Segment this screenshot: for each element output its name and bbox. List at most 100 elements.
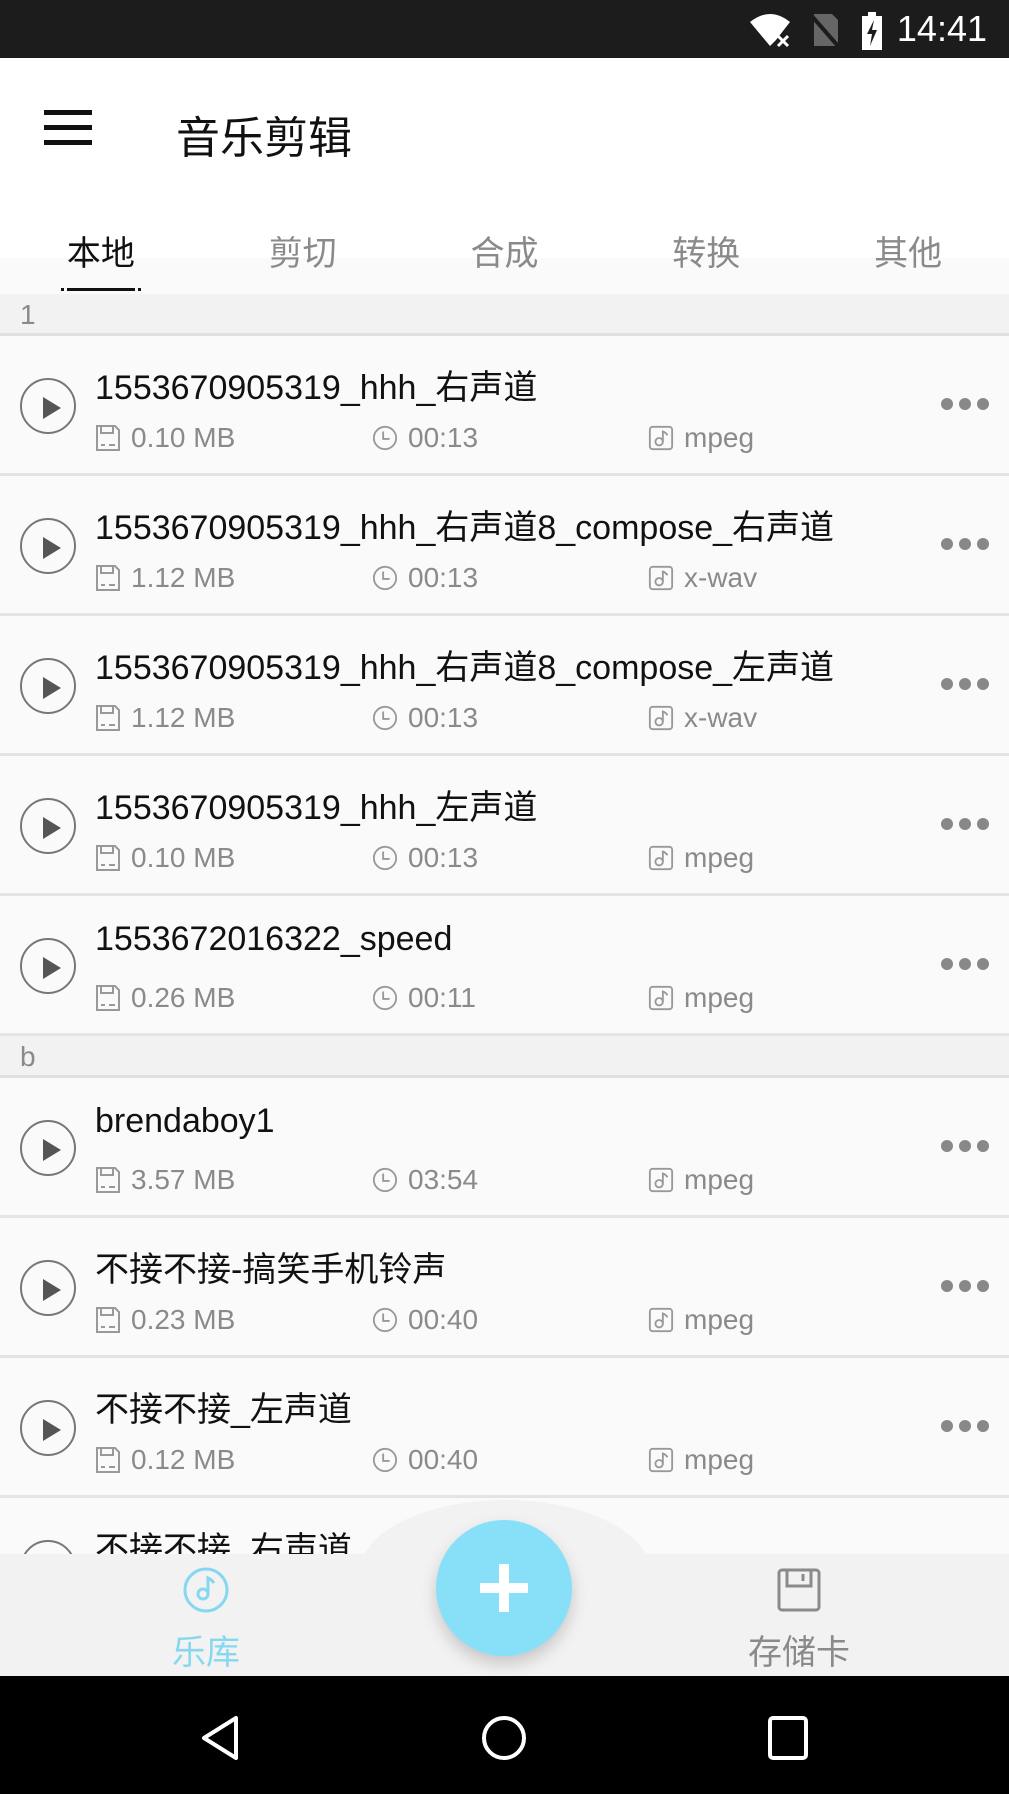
list-item[interactable]: brendaboy1 3.57 MB 03:54 mpeg <box>0 1078 1009 1218</box>
nav-library[interactable]: 乐库 <box>172 1566 240 1674</box>
music-file-icon <box>648 425 674 451</box>
item-title: brendaboy1 <box>95 1102 275 1140</box>
file-size-value: 0.23 MB <box>131 1304 236 1335</box>
file-type: mpeg <box>648 842 754 874</box>
tab-label: 合成 <box>470 235 539 273</box>
duration: 00:13 <box>372 702 478 734</box>
duration: 00:13 <box>372 842 478 874</box>
play-button[interactable] <box>20 378 76 434</box>
nav-sdcard[interactable]: 存储卡 <box>748 1566 850 1674</box>
play-button[interactable] <box>20 1540 76 1554</box>
home-icon[interactable] <box>480 1714 528 1762</box>
more-options-icon[interactable] <box>941 538 989 554</box>
music-file-icon <box>648 705 674 731</box>
play-button[interactable] <box>20 938 76 994</box>
play-button[interactable] <box>20 1260 76 1316</box>
file-size-value: 0.10 MB <box>131 422 236 453</box>
file-size-value: 0.10 MB <box>131 842 236 873</box>
tab-label: 转换 <box>672 235 741 273</box>
play-button[interactable] <box>20 518 76 574</box>
no-sim-icon <box>808 12 840 48</box>
duration-value: 00:13 <box>408 842 479 873</box>
add-button[interactable] <box>436 1520 572 1656</box>
tab-label: 剪切 <box>268 235 337 273</box>
system-nav-bar <box>0 1676 1009 1794</box>
item-title: 1553672016322_speed <box>95 920 453 958</box>
more-options-icon[interactable] <box>941 1280 989 1296</box>
file-size-value: 3.57 MB <box>131 1164 236 1195</box>
play-button[interactable] <box>20 658 76 714</box>
page-title: 音乐剪辑 <box>176 114 352 163</box>
file-size-value: 1.12 MB <box>131 702 236 733</box>
audio-list[interactable]: 1 1553670905319_hhh_右声道 0.10 MB 00:13 mpeg 15… <box>0 294 1009 1554</box>
play-button[interactable] <box>20 1400 76 1456</box>
file-type-value: x-wav <box>684 562 758 593</box>
file-size-value: 0.12 MB <box>131 1444 236 1475</box>
status-bar: 14:41 <box>0 0 1009 58</box>
music-file-icon <box>648 1307 674 1333</box>
file-type-value: mpeg <box>684 842 755 873</box>
duration: 00:13 <box>372 562 478 594</box>
list-item[interactable]: 1553670905319_hhh_右声道8_compose_右声道 1.12 M… <box>0 476 1009 616</box>
file-type-value: mpeg <box>684 982 755 1013</box>
file-type: x-wav <box>648 702 757 734</box>
file-size: 0.26 MB <box>95 982 235 1014</box>
list-item[interactable]: 1553670905319_hhh_右声道8_compose_左声道 1.12 M… <box>0 616 1009 756</box>
file-type-value: mpeg <box>684 1304 755 1335</box>
battery-charging-icon <box>862 12 882 50</box>
file-type: mpeg <box>648 422 754 454</box>
more-options-icon[interactable] <box>941 818 989 834</box>
hamburger-menu-icon[interactable] <box>44 110 92 150</box>
item-title: 1553670905319_hhh_左声道 <box>95 789 538 827</box>
clock-icon <box>372 985 398 1011</box>
storage-icon <box>96 1447 120 1473</box>
item-title: 不接不接_右声道 <box>95 1531 352 1554</box>
duration: 00:13 <box>372 422 478 454</box>
duration-value: 00:11 <box>408 982 476 1013</box>
more-options-icon[interactable] <box>941 398 989 414</box>
more-options-icon[interactable] <box>941 1420 989 1436</box>
more-options-icon[interactable] <box>941 678 989 694</box>
file-size-value: 0.26 MB <box>131 982 236 1013</box>
clock-icon <box>372 705 398 731</box>
play-button[interactable] <box>20 1120 76 1176</box>
list-item[interactable]: 不接不接_左声道 0.12 MB 00:40 mpeg <box>0 1358 1009 1498</box>
list-item[interactable]: 1553672016322_speed 0.26 MB 00:11 mpeg <box>0 896 1009 1036</box>
storage-icon <box>96 1167 120 1193</box>
file-type: mpeg <box>648 1164 754 1196</box>
duration-value: 00:13 <box>408 562 479 593</box>
file-size: 3.57 MB <box>95 1164 235 1196</box>
clock-icon <box>372 1307 398 1333</box>
file-type-value: mpeg <box>684 422 755 453</box>
recents-icon[interactable] <box>766 1714 810 1762</box>
music-file-icon <box>648 845 674 871</box>
list-item[interactable]: 1553670905319_hhh_左声道 0.10 MB 00:13 mpeg <box>0 756 1009 896</box>
section-header: b <box>0 1036 1009 1078</box>
storage-icon <box>96 1307 120 1333</box>
duration-value: 00:40 <box>408 1444 479 1475</box>
storage-icon <box>96 425 120 451</box>
status-time: 14:41 <box>896 8 987 49</box>
nav-sdcard-label: 存储卡 <box>748 1634 850 1672</box>
duration-value: 00:13 <box>408 702 479 733</box>
list-item[interactable]: 不接不接-搞笑手机铃声 0.23 MB 00:40 mpeg <box>0 1218 1009 1358</box>
file-size: 0.23 MB <box>95 1304 235 1336</box>
more-options-icon[interactable] <box>941 1140 989 1156</box>
more-options-icon[interactable] <box>941 958 989 974</box>
item-title: 1553670905319_hhh_右声道8_compose_右声道 <box>95 509 835 547</box>
nav-library-label: 乐库 <box>172 1634 240 1672</box>
tab-label: 本地 <box>66 235 135 273</box>
list-item[interactable]: 1553670905319_hhh_右声道 0.10 MB 00:13 mpeg <box>0 336 1009 476</box>
back-icon[interactable] <box>198 1714 242 1762</box>
storage-icon <box>96 985 120 1011</box>
duration: 00:40 <box>372 1304 478 1336</box>
tab-label: 其他 <box>874 235 943 273</box>
clock-icon <box>372 1167 398 1193</box>
file-size: 0.10 MB <box>95 842 235 874</box>
duration-value: 00:13 <box>408 422 479 453</box>
file-size: 1.12 MB <box>95 562 235 594</box>
tab-indicator <box>60 288 141 291</box>
play-button[interactable] <box>20 798 76 854</box>
storage-icon <box>96 705 120 731</box>
file-type: mpeg <box>648 982 754 1014</box>
